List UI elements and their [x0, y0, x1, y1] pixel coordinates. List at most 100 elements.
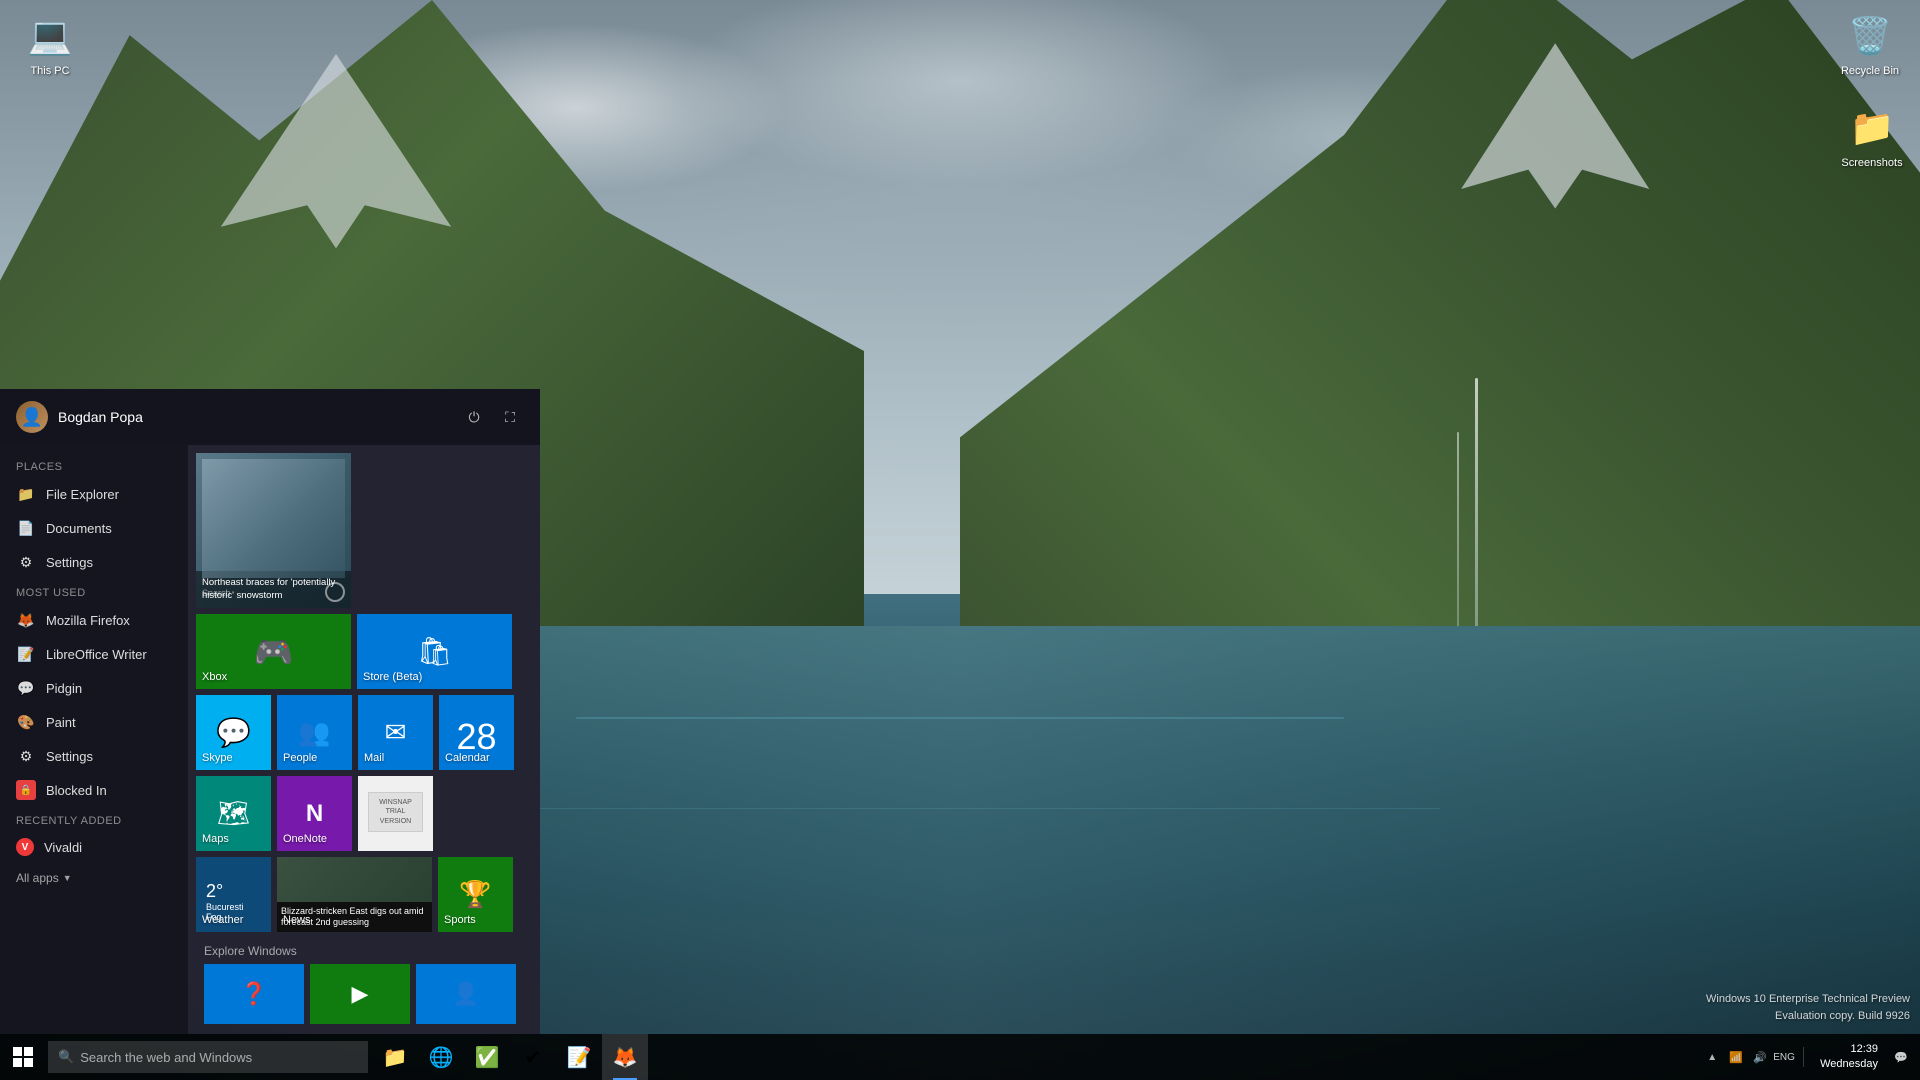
winsnap-tile[interactable]: WINSNAPTRIAL VERSION [358, 776, 433, 851]
menu-item-settings2[interactable]: ⚙ Settings [0, 739, 188, 773]
volume-icon[interactable]: 🔊 [1749, 1046, 1771, 1068]
explore-tiles: ❓ ▶ 👤 [204, 964, 524, 1024]
skype-tile[interactable]: 💬 Skype [196, 695, 271, 770]
winsnap-text: WINSNAPTRIAL VERSION [369, 798, 422, 825]
menu-item-settings[interactable]: ⚙ Settings [0, 545, 188, 579]
header-buttons: ⏻ ⛶ [460, 403, 524, 431]
language-icon[interactable]: ENG [1773, 1046, 1795, 1068]
settings2-label: Settings [46, 749, 93, 764]
this-pc-desktop-icon[interactable]: 💻 This PC [10, 8, 90, 82]
menu-item-vivaldi[interactable]: V Vivaldi [0, 831, 188, 863]
clock-time: 12:39 [1820, 1042, 1878, 1057]
maps-tile[interactable]: 🗺 Maps [196, 776, 271, 851]
vivaldi-label: Vivaldi [44, 840, 82, 855]
documents-icon: 📄 [16, 518, 36, 538]
winsnap-preview: WINSNAPTRIAL VERSION [368, 792, 423, 832]
menu-item-paint[interactable]: 🎨 Paint [0, 705, 188, 739]
news-image-area [202, 459, 345, 578]
user-info[interactable]: 👤 Bogdan Popa [16, 401, 143, 433]
skype-icon: 💬 [216, 716, 251, 749]
weather-city: Bucuresti [206, 902, 261, 912]
search-bar[interactable]: 🔍 Search the web and Windows [48, 1041, 368, 1073]
mail-tile[interactable]: ✉ Mail [358, 695, 433, 770]
taskbar-app-file-explorer[interactable]: 📁 [372, 1034, 418, 1080]
search-circle-tile [325, 582, 345, 602]
clock-day: Wednesday [1820, 1057, 1878, 1072]
all-apps-link[interactable]: All apps ▼ [16, 871, 172, 885]
xbox-tile[interactable]: 🎮 Xbox [196, 614, 351, 689]
libreoffice-label: LibreOffice Writer [46, 647, 147, 662]
screenshots-desktop-icon[interactable]: 📁 Screenshots [1832, 100, 1912, 174]
recycle-bin-icon-label: Recycle Bin [1838, 64, 1902, 78]
firefox-icon: 🦊 [16, 610, 36, 630]
taskbar-app-notepad[interactable]: 📝 [556, 1034, 602, 1080]
sports-tile[interactable]: 🏆 Sports [438, 857, 513, 932]
tray-expand-arrow[interactable]: ▲ [1703, 1052, 1721, 1063]
news-image-bg [202, 459, 345, 578]
menu-item-pidgin[interactable]: 💬 Pidgin [0, 671, 188, 705]
all-apps-area[interactable]: All apps ▼ [0, 863, 188, 893]
weather-temp: 2° [206, 881, 261, 902]
menu-item-libreoffice[interactable]: 📝 LibreOffice Writer [0, 637, 188, 671]
menu-item-file-explorer[interactable]: 📁 File Explorer [0, 477, 188, 511]
user-name: Bogdan Popa [58, 409, 143, 425]
onenote-label: OneNote [283, 833, 327, 845]
maps-icon: 🗺 [217, 798, 250, 829]
expand-button[interactable]: ⛶ [496, 403, 524, 431]
paint-icon: 🎨 [16, 712, 36, 732]
taskbar-app-ie[interactable]: 🌐 [418, 1034, 464, 1080]
taskbar-app-store[interactable]: ✅ [464, 1034, 510, 1080]
all-apps-arrow: ▼ [63, 873, 72, 883]
news-tile-label: News [283, 914, 311, 926]
taskbar-app-task[interactable]: ✔ [510, 1034, 556, 1080]
start-menu: 👤 Bogdan Popa ⏻ ⛶ Places 📁 File Explorer… [0, 389, 540, 1034]
settings-icon: ⚙ [16, 552, 36, 572]
vivaldi-icon: V [16, 838, 34, 856]
clock-area[interactable]: 12:39 Wednesday [1812, 1042, 1886, 1073]
pidgin-icon: 💬 [16, 678, 36, 698]
explore-tile-1[interactable]: ❓ [204, 964, 304, 1024]
people-tile[interactable]: 👥 People [277, 695, 352, 770]
explore-tile-2[interactable]: ▶ [310, 964, 410, 1024]
search-placeholder: Search the web and Windows [80, 1050, 252, 1065]
explore-tile-3[interactable]: 👤 [416, 964, 516, 1024]
firefox-label: Mozilla Firefox [46, 613, 130, 628]
action-center-icon[interactable]: 💬 [1890, 1046, 1912, 1068]
start-menu-header: 👤 Bogdan Popa ⏻ ⛶ [0, 389, 540, 445]
menu-item-blocked-in[interactable]: 🔒 Blocked In [0, 773, 188, 807]
blocked-in-icon: 🔒 [16, 780, 36, 800]
menu-item-documents[interactable]: 📄 Documents [0, 511, 188, 545]
watermark: Windows 10 Enterprise Technical Preview … [1706, 991, 1910, 1024]
libreoffice-icon: 📝 [16, 644, 36, 664]
skype-label: Skype [202, 752, 233, 764]
all-apps-label: All apps [16, 871, 59, 885]
notepad-taskbar-icon: 📝 [567, 1045, 592, 1070]
mail-label: Mail [364, 752, 384, 764]
recycle-bin-desktop-icon[interactable]: 🗑️ Recycle Bin [1830, 8, 1910, 82]
documents-label: Documents [46, 521, 112, 536]
news-tile[interactable]: Blizzard-stricken East digs out amid for… [277, 857, 432, 932]
right-panel: Northeast braces for 'potentially histor… [188, 445, 540, 1034]
calendar-tile[interactable]: 28 Calendar [439, 695, 514, 770]
menu-item-firefox[interactable]: 🦊 Mozilla Firefox [0, 603, 188, 637]
weather-tile[interactable]: 2° Bucuresti Fog Weather [196, 857, 271, 932]
explore-section: Explore Windows ❓ ▶ 👤 [196, 938, 532, 1026]
news-large-tile[interactable]: Northeast braces for 'potentially histor… [196, 453, 351, 608]
file-explorer-label: File Explorer [46, 487, 119, 502]
people-icon: 👥 [298, 717, 330, 748]
taskbar: 🔍 Search the web and Windows 📁 🌐 ✅ ✔ 📝 🦊… [0, 1034, 1920, 1080]
tile-row-4: 2° Bucuresti Fog Weather Blizzard-strick… [196, 857, 532, 932]
maps-label: Maps [202, 833, 229, 845]
tile-row-2: 💬 Skype 👥 People ✉ Mail 28 Calendar [196, 695, 532, 770]
ie-taskbar-icon: 🌐 [429, 1045, 454, 1070]
waterfall [1475, 378, 1478, 648]
store-tile[interactable]: 🛍 Store (Beta) [357, 614, 512, 689]
network-icon[interactable]: 📶 [1725, 1046, 1747, 1068]
start-button[interactable] [0, 1034, 46, 1080]
power-button[interactable]: ⏻ [460, 403, 488, 431]
blocked-in-label: Blocked In [46, 783, 107, 798]
recycle-bin-icon-image: 🗑️ [1846, 12, 1894, 60]
this-pc-icon-label: This PC [27, 64, 72, 78]
taskbar-app-firefox[interactable]: 🦊 [602, 1034, 648, 1080]
onenote-tile[interactable]: N OneNote [277, 776, 352, 851]
